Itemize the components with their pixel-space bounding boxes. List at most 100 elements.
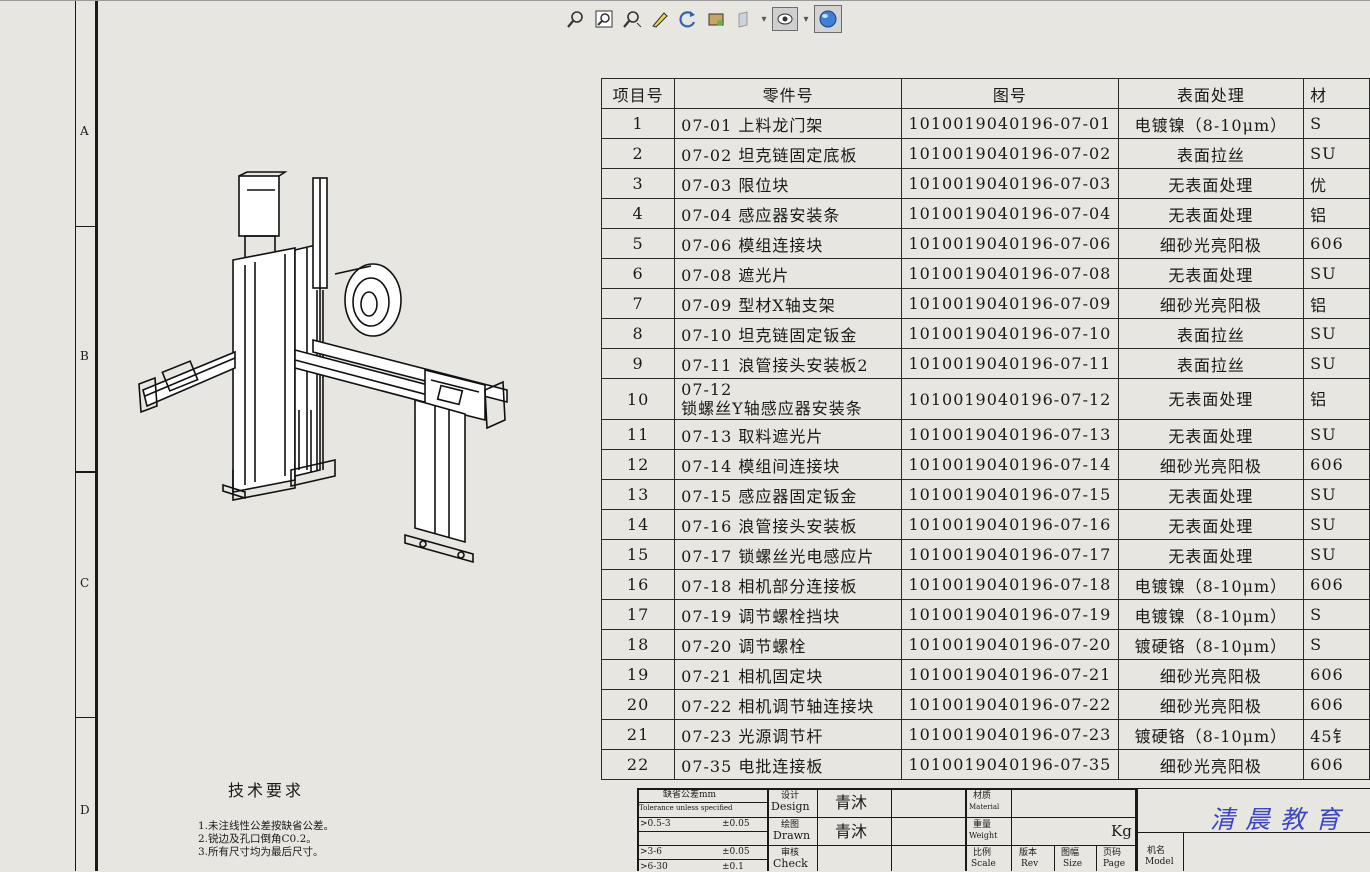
scale-label: 比例 <box>973 848 992 858</box>
bom-row: 17 07-19 调节螺栓挡块 1010019040196-07-19 电镀镍（8-1… <box>600 599 1370 630</box>
bom-surface-treatment: 镀硬铬（8-10μm） <box>1117 629 1305 660</box>
bom-row: 11 07-13 取料遮光片 1010019040196-07-13 无表面处理 SU <box>600 419 1370 450</box>
bom-material: SU <box>1303 419 1370 450</box>
bom-material: SU <box>1303 479 1370 510</box>
tolerance-header-en: Tolerance unless specified <box>639 804 733 812</box>
col-header-material: 材 <box>1303 78 1370 109</box>
bom-drawing-number: 1010019040196-07-19 <box>901 599 1119 630</box>
bom-drawing-number: 1010019040196-07-14 <box>901 449 1119 480</box>
bom-item-number: 22 <box>600 749 676 780</box>
bom-part-number-line: 07-12 <box>681 380 733 399</box>
tol-range: >0.5-3 <box>640 819 671 829</box>
bom-item-number: 1 <box>600 108 676 139</box>
bom-surface-treatment: 细砂光亮阳极 <box>1117 228 1305 259</box>
col-header-drawing-no: 图号 <box>901 78 1119 109</box>
bom-drawing-number: 1010019040196-07-21 <box>901 659 1119 690</box>
isometric-assembly-view[interactable] <box>135 170 515 565</box>
col-header-part-no: 零件号 <box>674 78 903 109</box>
bom-surface-treatment: 细砂光亮阳极 <box>1117 689 1305 720</box>
bom-row: 18 07-20 调节螺栓 1010019040196-07-20 镀硬铬（8-10μ… <box>600 629 1370 660</box>
zone-label-a: A <box>80 124 89 138</box>
bom-item-number: 17 <box>600 599 676 630</box>
bom-material: S <box>1303 599 1370 630</box>
zoom-in-out-icon[interactable] <box>620 7 644 31</box>
bom-drawing-number: 1010019040196-07-15 <box>901 479 1119 510</box>
bom-drawing-number: 1010019040196-07-11 <box>901 348 1119 379</box>
bom-surface-treatment: 细砂光亮阳极 <box>1117 449 1305 480</box>
view-cube-icon[interactable] <box>732 7 756 31</box>
bom-material: SU <box>1303 539 1370 570</box>
bom-part-number: 07-22 相机调节轴连接块 <box>674 689 903 720</box>
bom-drawing-number: 1010019040196-07-20 <box>901 629 1119 660</box>
bom-row: 4 07-04 感应器安装条 1010019040196-07-04 无表面处理铝 <box>600 198 1370 229</box>
bom-part-name-line: 锁螺丝Y轴感应器安装条 <box>681 399 863 418</box>
bom-item-number: 6 <box>600 258 676 289</box>
bom-surface-treatment: 细砂光亮阳极 <box>1117 749 1305 780</box>
bom-part-number: 07-21 相机固定块 <box>674 659 903 690</box>
bom-part-number: 07-14 模组间连接块 <box>674 449 903 480</box>
bom-surface-treatment: 无表面处理 <box>1117 378 1305 420</box>
weight-label-en: Weight <box>969 831 998 840</box>
bom-material: 606 <box>1303 228 1370 259</box>
dropdown-arrow-icon[interactable]: ▾ <box>760 14 768 25</box>
bom-material: 606 <box>1303 689 1370 720</box>
col-header-surface: 表面处理 <box>1117 78 1305 109</box>
bill-of-materials-table: 项目号 零件号 图号 表面处理 材 1 07-01 上料龙门架 1010019040… <box>600 78 1370 780</box>
bom-drawing-number: 1010019040196-07-08 <box>901 258 1119 289</box>
appearance-globe-icon[interactable] <box>814 5 842 33</box>
bom-body: 1 07-01 上料龙门架 1010019040196-07-01 电镀镍（8-10μ… <box>600 108 1370 780</box>
drawn-label-en: Drawn <box>773 829 811 842</box>
bom-item-number: 18 <box>600 629 676 660</box>
bom-row: 15 07-17 锁螺丝光电感应片 1010019040196-07-17 无表面处理… <box>600 539 1370 570</box>
inner-border-line <box>95 0 98 871</box>
bom-surface-treatment: 无表面处理 <box>1117 258 1305 289</box>
heads-up-view-toolbar: ▾ ▾ <box>564 4 842 34</box>
dropdown-arrow-icon[interactable]: ▾ <box>802 14 810 25</box>
drawing-sheet[interactable]: A B C D ▾ ▾ 项目号 零件号 图号 表面处理 材 1 07-01 上料… <box>0 0 1370 872</box>
bom-row: 6 07-08 遮光片 1010019040196-07-08 无表面处理 SU <box>600 258 1370 289</box>
bom-material: 606 <box>1303 569 1370 600</box>
zoom-area-icon[interactable] <box>592 7 616 31</box>
bom-row: 19 07-21 相机固定块 1010019040196-07-21 细砂光亮阳极 60… <box>600 659 1370 690</box>
technical-requirements-title: 技术要求 <box>228 781 305 800</box>
bom-row: 14 07-16 浪管接头安装板 1010019040196-07-16 无表面处理 S… <box>600 509 1370 540</box>
technical-requirements-list: 1.未注线性公差按缺省公差。 2.锐边及孔口倒角C0.2。 3.所有尺寸均为最后… <box>198 820 334 859</box>
bom-part-number: 07-18 相机部分连接板 <box>674 569 903 600</box>
bom-part-number: 07-35 电批连接板 <box>674 749 903 780</box>
bom-material: 铝 <box>1303 378 1370 420</box>
bom-drawing-number: 1010019040196-07-18 <box>901 569 1119 600</box>
weight-unit: Kg <box>1111 822 1132 840</box>
bom-part-number: 07-19 调节螺栓挡块 <box>674 599 903 630</box>
bom-material: 铝 <box>1303 288 1370 319</box>
bom-surface-treatment: 镀硬铬（8-10μm） <box>1117 719 1305 750</box>
bom-part-number: 07-03 限位块 <box>674 168 903 199</box>
sketch-pen-icon[interactable] <box>648 7 672 31</box>
bom-row: 22 07-35 电批连接板 1010019040196-07-35 细砂光亮阳极 60… <box>600 749 1370 780</box>
bom-row: 20 07-22 相机调节轴连接块 1010019040196-07-22 细砂光亮阳… <box>600 689 1370 720</box>
bom-drawing-number: 1010019040196-07-06 <box>901 228 1119 259</box>
rotate-icon[interactable] <box>676 7 700 31</box>
bom-surface-treatment: 无表面处理 <box>1117 479 1305 510</box>
bom-row: 21 07-23 光源调节杆 1010019040196-07-23 镀硬铬（8-10… <box>600 719 1370 750</box>
bom-surface-treatment: 无表面处理 <box>1117 419 1305 450</box>
tech-requirement-item: 2.锐边及孔口倒角C0.2。 <box>198 833 317 845</box>
bom-drawing-number: 1010019040196-07-10 <box>901 318 1119 349</box>
bom-item-number: 14 <box>600 509 676 540</box>
zone-divider <box>75 226 96 227</box>
rev-label-en: Rev <box>1021 859 1039 869</box>
design-label-en: Design <box>771 800 810 813</box>
display-style-icon[interactable] <box>704 7 728 31</box>
bom-drawing-number: 1010019040196-07-09 <box>901 288 1119 319</box>
bom-part-number: 07-12 锁螺丝Y轴感应器安装条 <box>674 378 903 420</box>
bom-part-number: 07-10 坦克链固定钣金 <box>674 318 903 349</box>
bom-material: SU <box>1303 258 1370 289</box>
tol-value: ±0.05 <box>722 847 750 857</box>
bom-item-number: 20 <box>600 689 676 720</box>
zoom-to-fit-icon[interactable] <box>564 7 588 31</box>
bom-part-number: 07-17 锁螺丝光电感应片 <box>674 539 903 570</box>
tolerance-header: 缺省公差mm <box>663 790 717 800</box>
bom-row: 10 07-12 锁螺丝Y轴感应器安装条 1010019040196-07-12 无表面… <box>600 378 1370 420</box>
hide-show-icon[interactable] <box>772 7 798 31</box>
bom-item-number: 2 <box>600 138 676 169</box>
bom-item-number: 15 <box>600 539 676 570</box>
